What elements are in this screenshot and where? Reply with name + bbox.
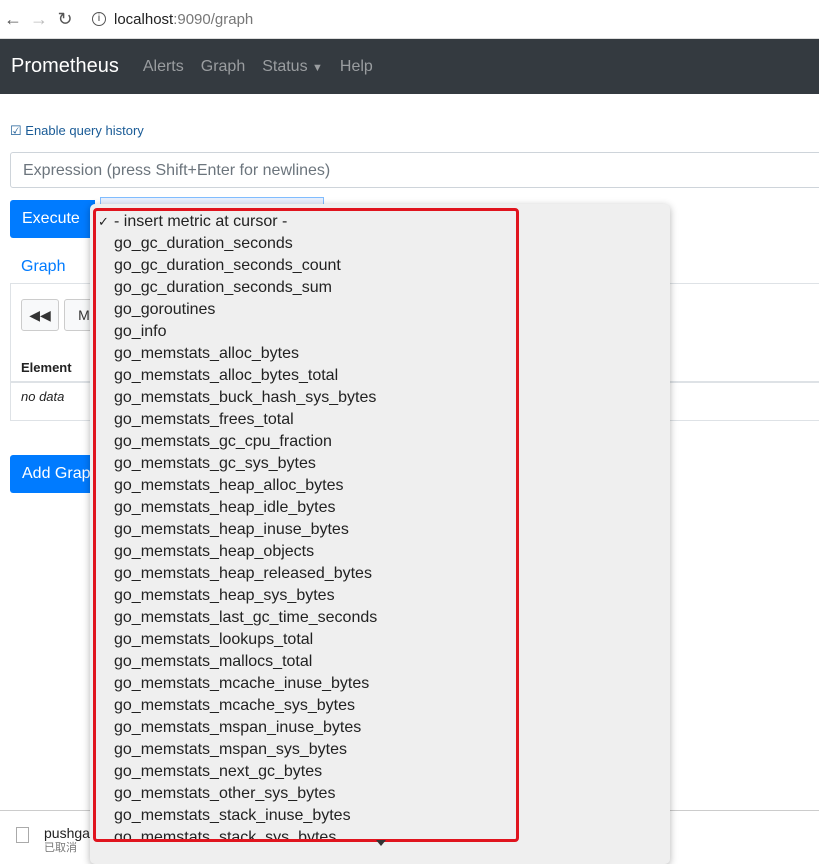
- dropdown-item[interactable]: go_memstats_heap_alloc_bytes: [96, 475, 516, 497]
- dropdown-item[interactable]: go_memstats_other_sys_bytes: [96, 783, 516, 805]
- check-icon: ✓: [98, 214, 109, 229]
- brand[interactable]: Prometheus: [11, 55, 119, 78]
- dropdown-item[interactable]: go_gc_duration_seconds_sum: [96, 277, 516, 299]
- dropdown-item[interactable]: go_memstats_gc_cpu_fraction: [96, 431, 516, 453]
- dropdown-item[interactable]: go_memstats_gc_sys_bytes: [96, 453, 516, 475]
- dropdown-item-selected[interactable]: ✓ - insert metric at cursor -: [96, 211, 516, 233]
- back-icon[interactable]: ←: [0, 9, 26, 30]
- dropdown-item[interactable]: go_memstats_frees_total: [96, 409, 516, 431]
- caret-down-icon: ▼: [312, 61, 323, 74]
- reload-icon[interactable]: ↻: [52, 9, 78, 30]
- browser-toolbar: ← → ↻ i localhost:9090/graph: [0, 0, 819, 39]
- download-status: 已取消: [44, 842, 77, 854]
- add-graph-button[interactable]: Add Graph: [10, 455, 100, 493]
- dropdown-item[interactable]: go_memstats_heap_idle_bytes: [96, 497, 516, 519]
- nav-graph[interactable]: Graph: [201, 58, 245, 76]
- query-history-toggle[interactable]: ☑ Enable query history: [10, 123, 144, 139]
- navbar: Prometheus Alerts Graph Status ▼ Help: [0, 39, 819, 94]
- file-icon: [16, 827, 29, 843]
- dropdown-item[interactable]: go_gc_duration_seconds_count: [96, 255, 516, 277]
- no-data-text: no data: [21, 389, 65, 404]
- address-bar[interactable]: i localhost:9090/graph: [92, 11, 253, 28]
- dropdown-item[interactable]: go_memstats_stack_inuse_bytes: [96, 805, 516, 827]
- info-icon: i: [92, 12, 106, 26]
- dropdown-item[interactable]: go_memstats_heap_sys_bytes: [96, 585, 516, 607]
- dropdown-item[interactable]: go_memstats_next_gc_bytes: [96, 761, 516, 783]
- dropdown-item[interactable]: go_memstats_mcache_sys_bytes: [96, 695, 516, 717]
- execute-button[interactable]: Execute: [10, 200, 95, 238]
- nav-alerts[interactable]: Alerts: [143, 58, 184, 76]
- dropdown-item[interactable]: go_memstats_heap_objects: [96, 541, 516, 563]
- scroll-down-icon[interactable]: [376, 840, 386, 846]
- metric-dropdown: ✓ - insert metric at cursor - go_gc_durat…: [90, 204, 670, 864]
- rewind-icon[interactable]: ◀◀: [21, 299, 59, 331]
- table-header-element: Element: [21, 360, 72, 375]
- nav-help[interactable]: Help: [340, 58, 373, 76]
- dropdown-item[interactable]: go_gc_duration_seconds: [96, 233, 516, 255]
- nav-status[interactable]: Status ▼: [262, 58, 323, 76]
- dropdown-item[interactable]: go_memstats_alloc_bytes_total: [96, 365, 516, 387]
- dropdown-item[interactable]: go_memstats_lookups_total: [96, 629, 516, 651]
- dropdown-item[interactable]: go_memstats_last_gc_time_seconds: [96, 607, 516, 629]
- dropdown-item[interactable]: go_info: [96, 321, 516, 343]
- checkbox-icon: ☑: [10, 123, 22, 138]
- dropdown-item[interactable]: go_memstats_alloc_bytes: [96, 343, 516, 365]
- dropdown-item[interactable]: go_memstats_buck_hash_sys_bytes: [96, 387, 516, 409]
- expression-input[interactable]: Expression (press Shift+Enter for newlin…: [10, 152, 819, 188]
- dropdown-item[interactable]: go_memstats_mspan_sys_bytes: [96, 739, 516, 761]
- dropdown-item[interactable]: go_memstats_heap_released_bytes: [96, 563, 516, 585]
- dropdown-item[interactable]: go_goroutines: [96, 299, 516, 321]
- highlight-box: ✓ - insert metric at cursor - go_gc_durat…: [93, 208, 519, 842]
- dropdown-item[interactable]: go_memstats_heap_inuse_bytes: [96, 519, 516, 541]
- dropdown-item[interactable]: go_memstats_mspan_inuse_bytes: [96, 717, 516, 739]
- dropdown-item[interactable]: go_memstats_mcache_inuse_bytes: [96, 673, 516, 695]
- dropdown-item[interactable]: go_memstats_mallocs_total: [96, 651, 516, 673]
- forward-icon[interactable]: →: [26, 9, 52, 30]
- dropdown-item[interactable]: go_memstats_stack_sys_bytes: [96, 827, 516, 839]
- tab-graph[interactable]: Graph: [10, 249, 78, 284]
